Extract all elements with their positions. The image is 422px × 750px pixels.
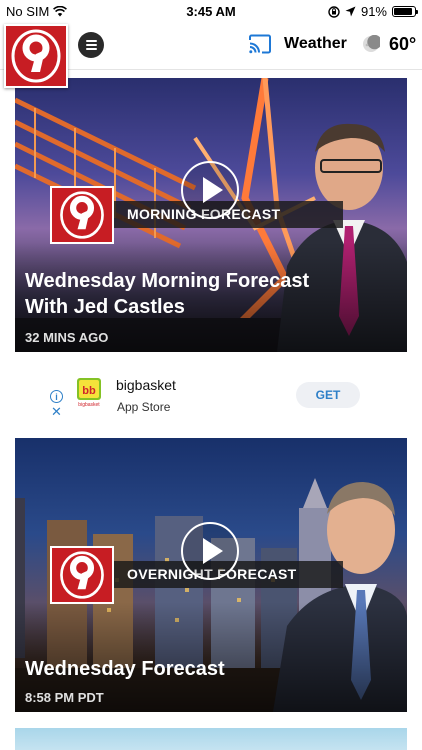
battery-fill xyxy=(394,8,413,15)
menu-icon-bar xyxy=(85,44,97,46)
video-card[interactable]: MORNING FORECAST Wednesday Morning Forec… xyxy=(15,78,407,352)
video-timestamp: 32 MINS AGO xyxy=(25,330,109,345)
menu-icon-bar xyxy=(85,40,97,42)
play-icon xyxy=(203,177,223,203)
video-title[interactable]: Wednesday Morning Forecast With Jed Cast… xyxy=(25,268,347,320)
channel-9-badge-icon xyxy=(50,546,114,604)
get-button[interactable]: GET xyxy=(296,382,360,408)
rotation-lock-icon xyxy=(328,5,340,18)
bigbasket-app-icon[interactable]: bb bigbasket xyxy=(76,378,102,408)
ad-close-icon[interactable]: ✕ xyxy=(51,404,62,420)
temperature[interactable]: 60° xyxy=(389,34,416,55)
battery-icon xyxy=(392,6,418,17)
video-title[interactable]: Wednesday Forecast xyxy=(25,656,347,682)
ad-info-icon[interactable]: i xyxy=(50,390,63,403)
menu-icon-bar xyxy=(85,48,97,50)
menu-button[interactable] xyxy=(78,32,104,58)
video-card[interactable]: OVERNIGHT FORECAST Wednesday Forecast 8:… xyxy=(15,438,407,712)
channel-logo[interactable] xyxy=(4,24,68,88)
svg-text:bigbasket: bigbasket xyxy=(78,402,100,408)
svg-text:bb: bb xyxy=(82,385,96,397)
ad-banner[interactable]: i ✕ bb bigbasket bigbasket App Store GET xyxy=(0,368,422,426)
ad-app-name[interactable]: bigbasket xyxy=(116,377,176,393)
location-arrow-icon xyxy=(345,6,356,17)
video-timestamp: 8:58 PM PDT xyxy=(25,690,104,705)
play-button[interactable] xyxy=(181,522,239,580)
app-header: Weather 60° xyxy=(0,22,422,88)
ad-store-label: App Store xyxy=(117,400,171,414)
play-icon xyxy=(203,538,223,564)
weather-link[interactable]: Weather xyxy=(284,35,347,53)
play-button[interactable] xyxy=(181,161,239,219)
moon-icon xyxy=(363,35,380,52)
channel-9-logo-icon xyxy=(8,28,64,84)
channel-9-badge-icon xyxy=(50,186,114,244)
status-bar: No SIM 3:45 AM 91% xyxy=(0,0,422,22)
cast-icon[interactable] xyxy=(248,34,272,54)
video-card-partial[interactable] xyxy=(15,728,407,750)
battery-percent: 91% xyxy=(360,4,387,19)
status-right: 91% xyxy=(328,4,418,19)
